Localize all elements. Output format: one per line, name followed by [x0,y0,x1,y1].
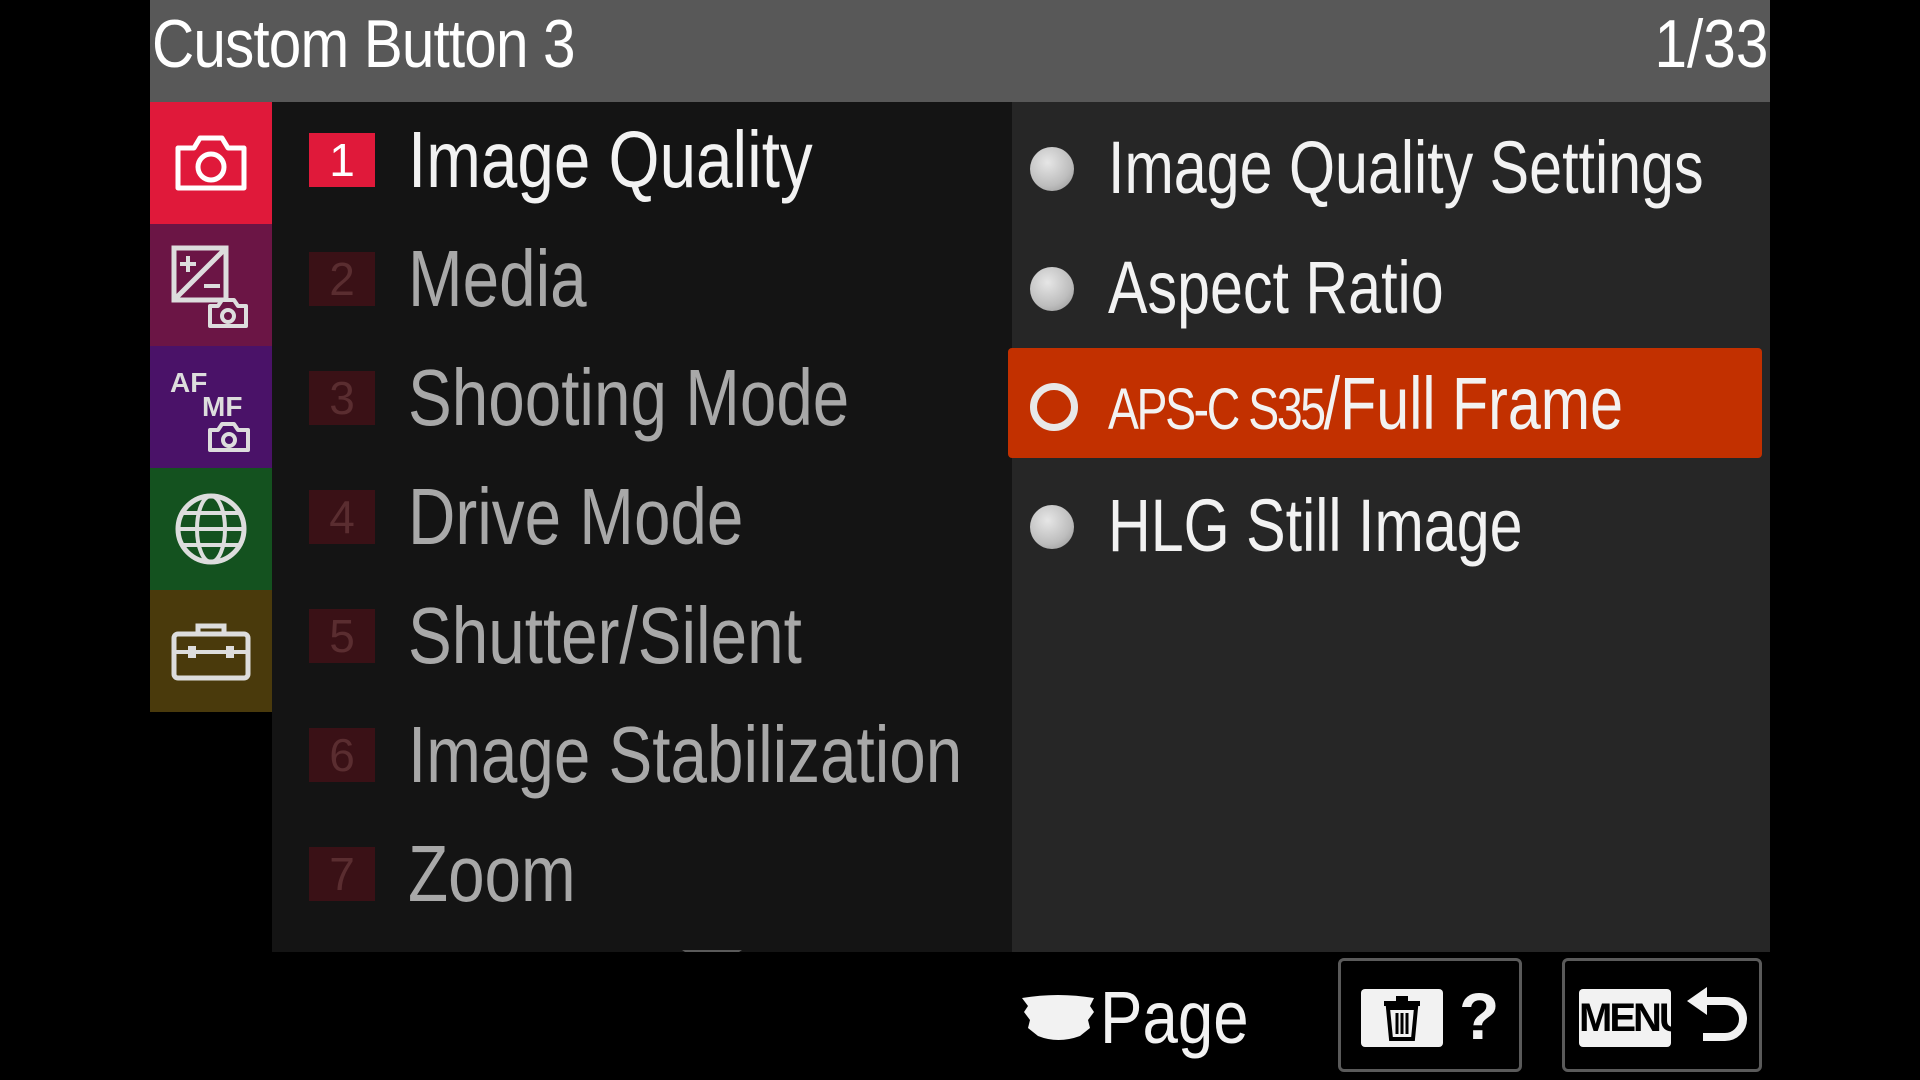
menu-item-label: Image Quality [408,115,813,204]
camera-icon [175,135,247,191]
menu-item-number: 6 [309,728,375,782]
menu-item-number: 1 [309,133,375,187]
option-label: Image Quality Settings [1108,126,1704,209]
trash-key [1361,989,1443,1047]
menu-item-number: 3 [309,371,375,425]
menu-item-number: 2 [309,252,375,306]
tab-shooting[interactable] [150,102,272,224]
menu-item-label: Shutter/Silent [408,591,802,680]
svg-text:MF: MF [202,391,242,422]
control-dial-icon [1022,995,1094,1040]
menu-key-label: MENU [1579,989,1688,1047]
option-image-quality-settings[interactable]: Image Quality Settings [1012,112,1770,222]
option-label: APS-C S35/Full Frame [1108,366,1623,448]
menu-item-label: Image Stabilization [408,710,963,799]
menu-item-shutter-silent[interactable]: 5 Shutter/Silent [272,578,1012,697]
category-tabs: AF MF [150,102,272,712]
af-mf-camera-icon: AF MF [170,367,250,452]
page-title: Custom Button 3 [152,6,576,82]
page-hint: Page [1020,978,1273,1058]
option-label: Aspect Ratio [1108,246,1444,329]
header-bar: Custom Button 3 1/33 [150,0,1770,102]
menu-list: 1 Image Quality 2 Media 3 Shooting Mode … [272,102,1012,952]
menu-item-label: Drive Mode [408,472,744,561]
footer-bar: Page ? MENU [150,952,1770,1080]
menu-item-shooting-mode[interactable]: 3 Shooting Mode [272,340,1012,459]
menu-item-drive-mode[interactable]: 4 Drive Mode [272,459,1012,578]
menu-item-image-quality[interactable]: 1 Image Quality [272,102,1012,221]
page-label: Page [1100,976,1249,1059]
exposure-camera-icon [171,245,248,328]
network-globe-icon [175,493,247,565]
option-label: HLG Still Image [1108,484,1523,567]
radio-button [1030,147,1074,191]
menu-item-number: 4 [309,490,375,544]
delete-help-button[interactable]: ? [1338,958,1522,1072]
tab-exposure-color[interactable] [150,224,272,346]
apsc-s35-label: APS-C S35 [1108,377,1326,442]
option-hlg-still-image[interactable]: HLG Still Image [1012,470,1770,580]
radio-button-selected [1030,383,1078,431]
options-panel: Image Quality Settings Aspect Ratio APS-… [1008,102,1770,952]
tab-network[interactable] [150,468,272,590]
back-arrow-icon [1687,987,1747,1041]
tab-focus[interactable]: AF MF [150,346,272,468]
menu-back-button[interactable]: MENU [1562,958,1762,1072]
camera-menu-screen: Custom Button 3 1/33 AF MF 1 Image Quali… [150,0,1770,1080]
toolbox-icon [171,623,251,681]
menu-item-media[interactable]: 2 Media [272,221,1012,340]
tab-setup[interactable] [150,590,272,712]
menu-item-label: Zoom [408,829,576,918]
menu-item-label: Shooting Mode [408,353,850,442]
trash-icon [1384,996,1420,1041]
option-aspect-ratio[interactable]: Aspect Ratio [1012,232,1770,342]
menu-item-label: Media [408,234,587,323]
menu-item-image-stabilization[interactable]: 6 Image Stabilization [272,697,1012,816]
menu-item-zoom[interactable]: 7 Zoom [272,816,1012,935]
radio-button [1030,267,1074,311]
help-icon: ? [1459,979,1500,1053]
option-apsc-full-frame[interactable]: APS-C S35/Full Frame [1008,348,1762,458]
menu-item-number: 5 [309,609,375,663]
page-indicator: 1/33 [1654,6,1768,82]
radio-button [1030,505,1074,549]
full-frame-label: /Full Frame [1323,362,1623,445]
menu-item-number: 7 [309,847,375,901]
